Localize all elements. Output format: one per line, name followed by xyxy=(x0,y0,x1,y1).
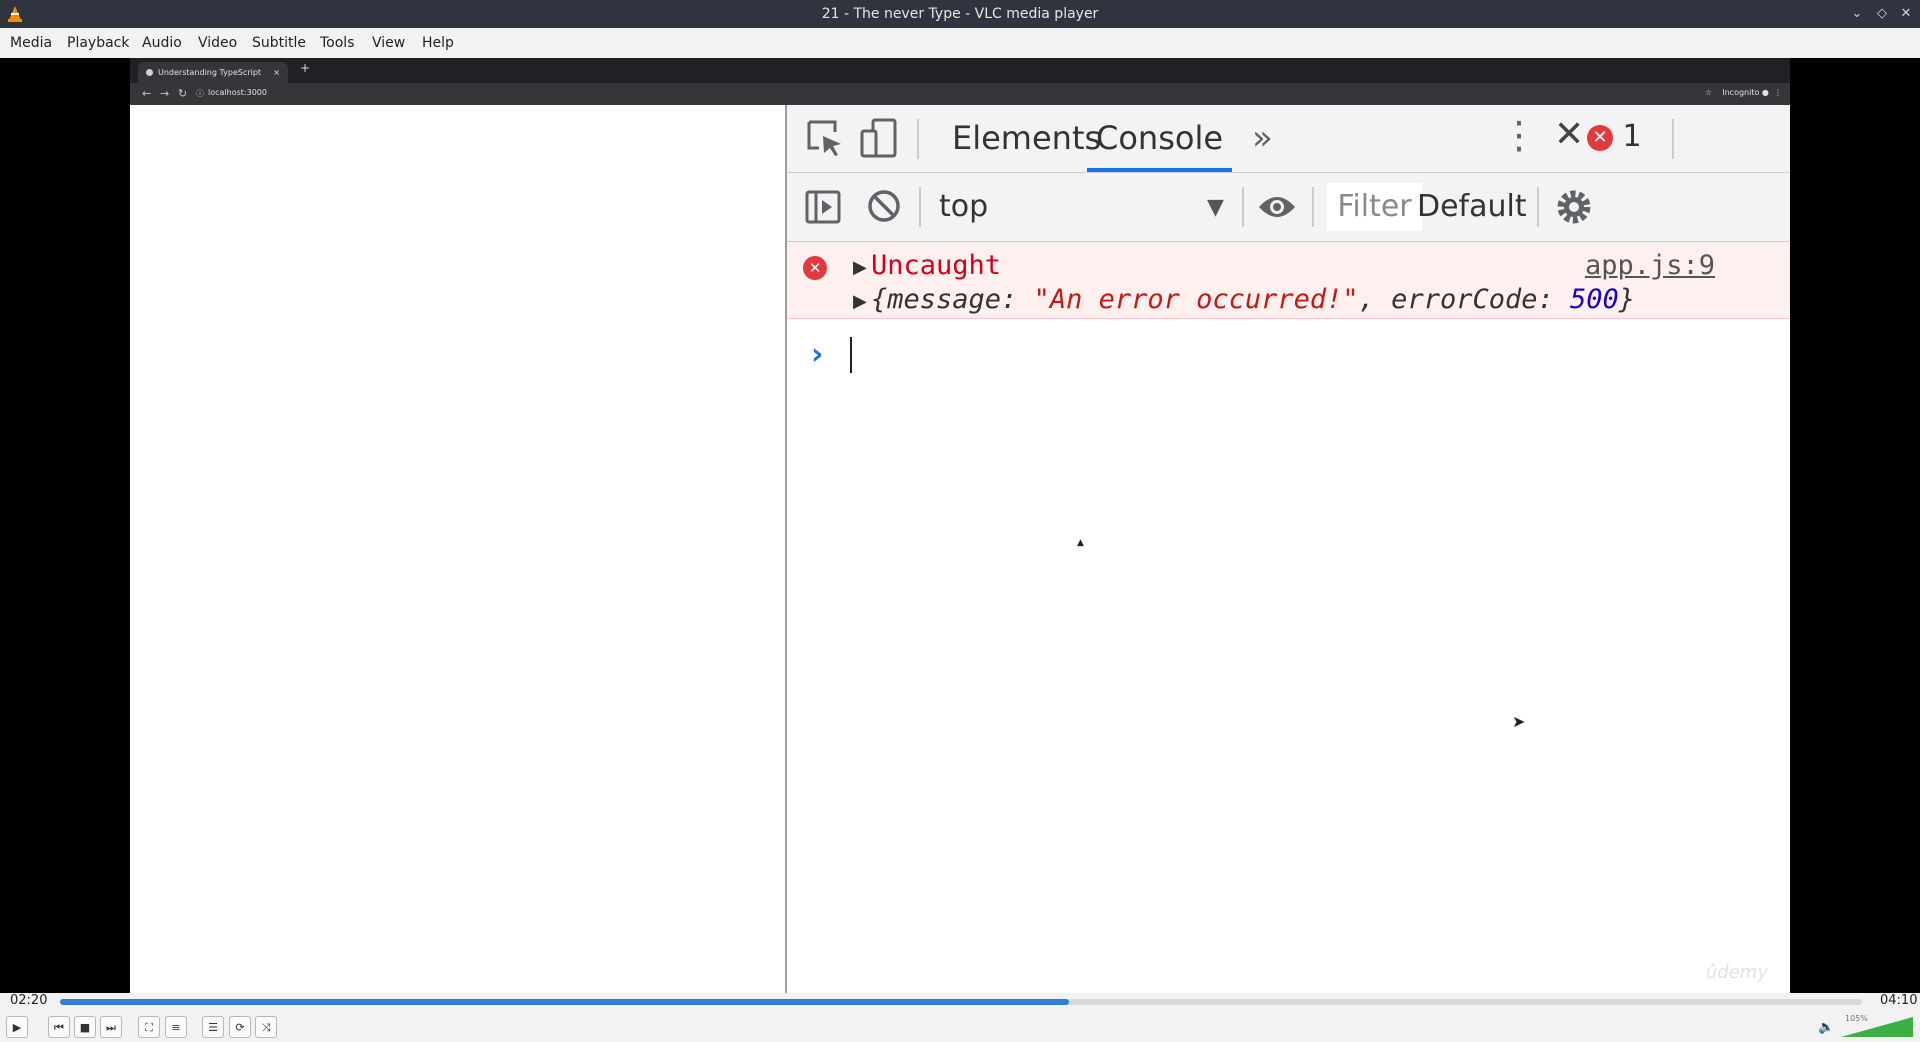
expand-object-triangle-icon[interactable]: ▶ xyxy=(853,291,867,312)
tab-close-icon: × xyxy=(273,68,280,77)
obj-errorcode-key: , errorCode: xyxy=(1358,284,1570,315)
log-levels-dropdown[interactable]: Default le xyxy=(1417,173,1539,241)
toolbar-separator xyxy=(917,119,919,159)
menu-subtitle[interactable]: Subtitle xyxy=(252,28,306,58)
total-time: 04:10 xyxy=(1880,993,1918,1008)
tab-elements[interactable]: Elements xyxy=(952,105,1101,172)
console-error-message[interactable]: ✕ ▶ Uncaught app.js:9 ▶ {message: "An er… xyxy=(787,242,1790,319)
player-controls: 02:20 04:10 ▶ ⏮ ■ ⏭ ⛶ ≡ ☰ ⟳ ⤨ 🔈 105% xyxy=(0,993,1920,1042)
tab-console[interactable]: Console xyxy=(1087,105,1232,172)
next-icon[interactable]: ⏭ xyxy=(100,1016,122,1038)
menu-bar: Media Playback Audio Video Subtitle Tool… xyxy=(0,28,1920,59)
obj-close: } xyxy=(1618,284,1636,315)
globe-icon xyxy=(146,69,153,76)
more-tabs-icon[interactable]: » xyxy=(1252,105,1273,172)
web-page-content xyxy=(130,105,787,993)
devtools-panel: Elements Console » ✕ 1 ⋮ ✕ top ▼ Filter … xyxy=(787,105,1790,993)
new-tab-icon: + xyxy=(300,61,311,75)
maximize-icon[interactable]: ◇ xyxy=(1872,4,1892,24)
browser-tab-strip: Understanding TypeScript × + xyxy=(130,58,1790,83)
error-icon: ✕ xyxy=(1587,124,1613,151)
uncaught-label: Uncaught xyxy=(871,250,1002,281)
url-text: localhost:3000 xyxy=(208,88,267,97)
device-toolbar-icon xyxy=(860,118,897,158)
error-object-preview: {message: "An error occurred!", errorCod… xyxy=(871,284,1635,315)
window-title: 21 - The never Type - VLC media player xyxy=(821,6,1099,22)
console-filter-bar: top ▼ Filter Default le xyxy=(787,173,1790,242)
browser-right-controls: ☆ Incognito ● ⋮ xyxy=(1705,88,1782,97)
elapsed-time: 02:20 xyxy=(10,993,48,1008)
udemy-watermark: ûdemy xyxy=(1705,962,1768,983)
video-frame: Understanding TypeScript × + ← → ↻ ⓘ loc… xyxy=(130,58,1790,993)
video-area[interactable]: Understanding TypeScript × + ← → ↻ ⓘ loc… xyxy=(0,58,1920,993)
console-input-caret[interactable] xyxy=(850,337,852,373)
dropdown-arrow-icon[interactable]: ▼ xyxy=(1207,195,1224,220)
error-counter[interactable]: ✕ 1 xyxy=(1587,119,1642,159)
star-icon: ☆ xyxy=(1704,88,1713,97)
incognito-icon: ● xyxy=(1761,88,1769,97)
expand-triangle-icon[interactable]: ▶ xyxy=(853,257,867,278)
menu-view[interactable]: View xyxy=(372,28,405,58)
context-selector[interactable]: top xyxy=(939,173,988,241)
obj-errorcode-value: 500 xyxy=(1570,284,1619,315)
clear-console-icon[interactable] xyxy=(867,189,901,223)
browser-menu-icon: ⋮ xyxy=(1774,88,1782,97)
toolbar-separator xyxy=(1537,187,1539,227)
speaker-icon[interactable]: 🔈 xyxy=(1818,1020,1834,1035)
source-link[interactable]: app.js:9 xyxy=(1585,250,1715,281)
devtools-toolbar: Elements Console » ✕ 1 ⋮ ✕ xyxy=(787,105,1790,173)
menu-media[interactable]: Media xyxy=(10,28,52,58)
info-icon: ⓘ xyxy=(196,89,204,98)
title-bar: 21 - The never Type - VLC media player ⌄… xyxy=(0,0,1920,28)
seek-bar[interactable] xyxy=(60,999,1862,1005)
inspect-element-icon xyxy=(807,120,841,156)
menu-tools[interactable]: Tools xyxy=(320,28,355,58)
close-icon[interactable]: ✕ xyxy=(1896,4,1916,24)
error-icon: ✕ xyxy=(803,256,827,280)
play-button[interactable]: ▶ xyxy=(6,1016,28,1038)
volume-percent: 105% xyxy=(1845,1014,1868,1023)
stop-icon[interactable]: ■ xyxy=(74,1016,96,1038)
toolbar-separator xyxy=(1672,119,1674,159)
toolbar-separator xyxy=(919,187,921,227)
console-prompt-icon: › xyxy=(811,337,824,372)
obj-message-value: "An error occurred!" xyxy=(1033,284,1359,315)
extended-settings-icon[interactable]: ≡ xyxy=(165,1016,187,1038)
browser-tab: Understanding TypeScript × xyxy=(138,62,288,83)
live-expression-eye-icon[interactable] xyxy=(1257,193,1297,221)
back-icon: ← xyxy=(142,87,152,100)
filter-input[interactable]: Filter xyxy=(1327,183,1422,231)
browser-tab-title: Understanding TypeScript xyxy=(158,68,262,77)
seek-bar-progress xyxy=(60,999,1070,1005)
previous-icon[interactable]: ⏮ xyxy=(48,1016,70,1038)
browser-address-bar: ← → ↻ ⓘ localhost:3000 ☆ Incognito ● ⋮ xyxy=(130,83,1790,105)
incognito-label: Incognito xyxy=(1722,88,1760,97)
error-count-text: 1 xyxy=(1622,119,1642,154)
close-devtools-icon[interactable]: ✕ xyxy=(1554,115,1584,155)
mouse-pointer-icon: ➤ xyxy=(1512,712,1526,731)
toolbar-separator xyxy=(1312,187,1314,227)
mouse-pointer-icon: ▲ xyxy=(1077,538,1084,548)
menu-video[interactable]: Video xyxy=(198,28,237,58)
forward-icon: → xyxy=(160,87,170,100)
volume-slider[interactable]: 105% xyxy=(1841,1014,1913,1037)
minimize-icon[interactable]: ⌄ xyxy=(1847,4,1867,24)
menu-audio[interactable]: Audio xyxy=(142,28,182,58)
toolbar-separator xyxy=(1242,187,1244,227)
playlist-icon[interactable]: ☰ xyxy=(202,1016,224,1038)
obj-open: {message: xyxy=(871,284,1034,315)
settings-gear-icon[interactable] xyxy=(1554,187,1594,227)
fullscreen-icon[interactable]: ⛶ xyxy=(138,1016,160,1038)
menu-playback[interactable]: Playback xyxy=(67,28,129,58)
reload-icon: ↻ xyxy=(178,87,188,100)
menu-help[interactable]: Help xyxy=(422,28,454,58)
show-sidebar-icon[interactable] xyxy=(805,189,841,225)
kebab-menu-icon[interactable]: ⋮ xyxy=(1500,115,1538,155)
shuffle-icon[interactable]: ⤨ xyxy=(255,1016,277,1038)
loop-icon[interactable]: ⟳ xyxy=(229,1016,251,1038)
